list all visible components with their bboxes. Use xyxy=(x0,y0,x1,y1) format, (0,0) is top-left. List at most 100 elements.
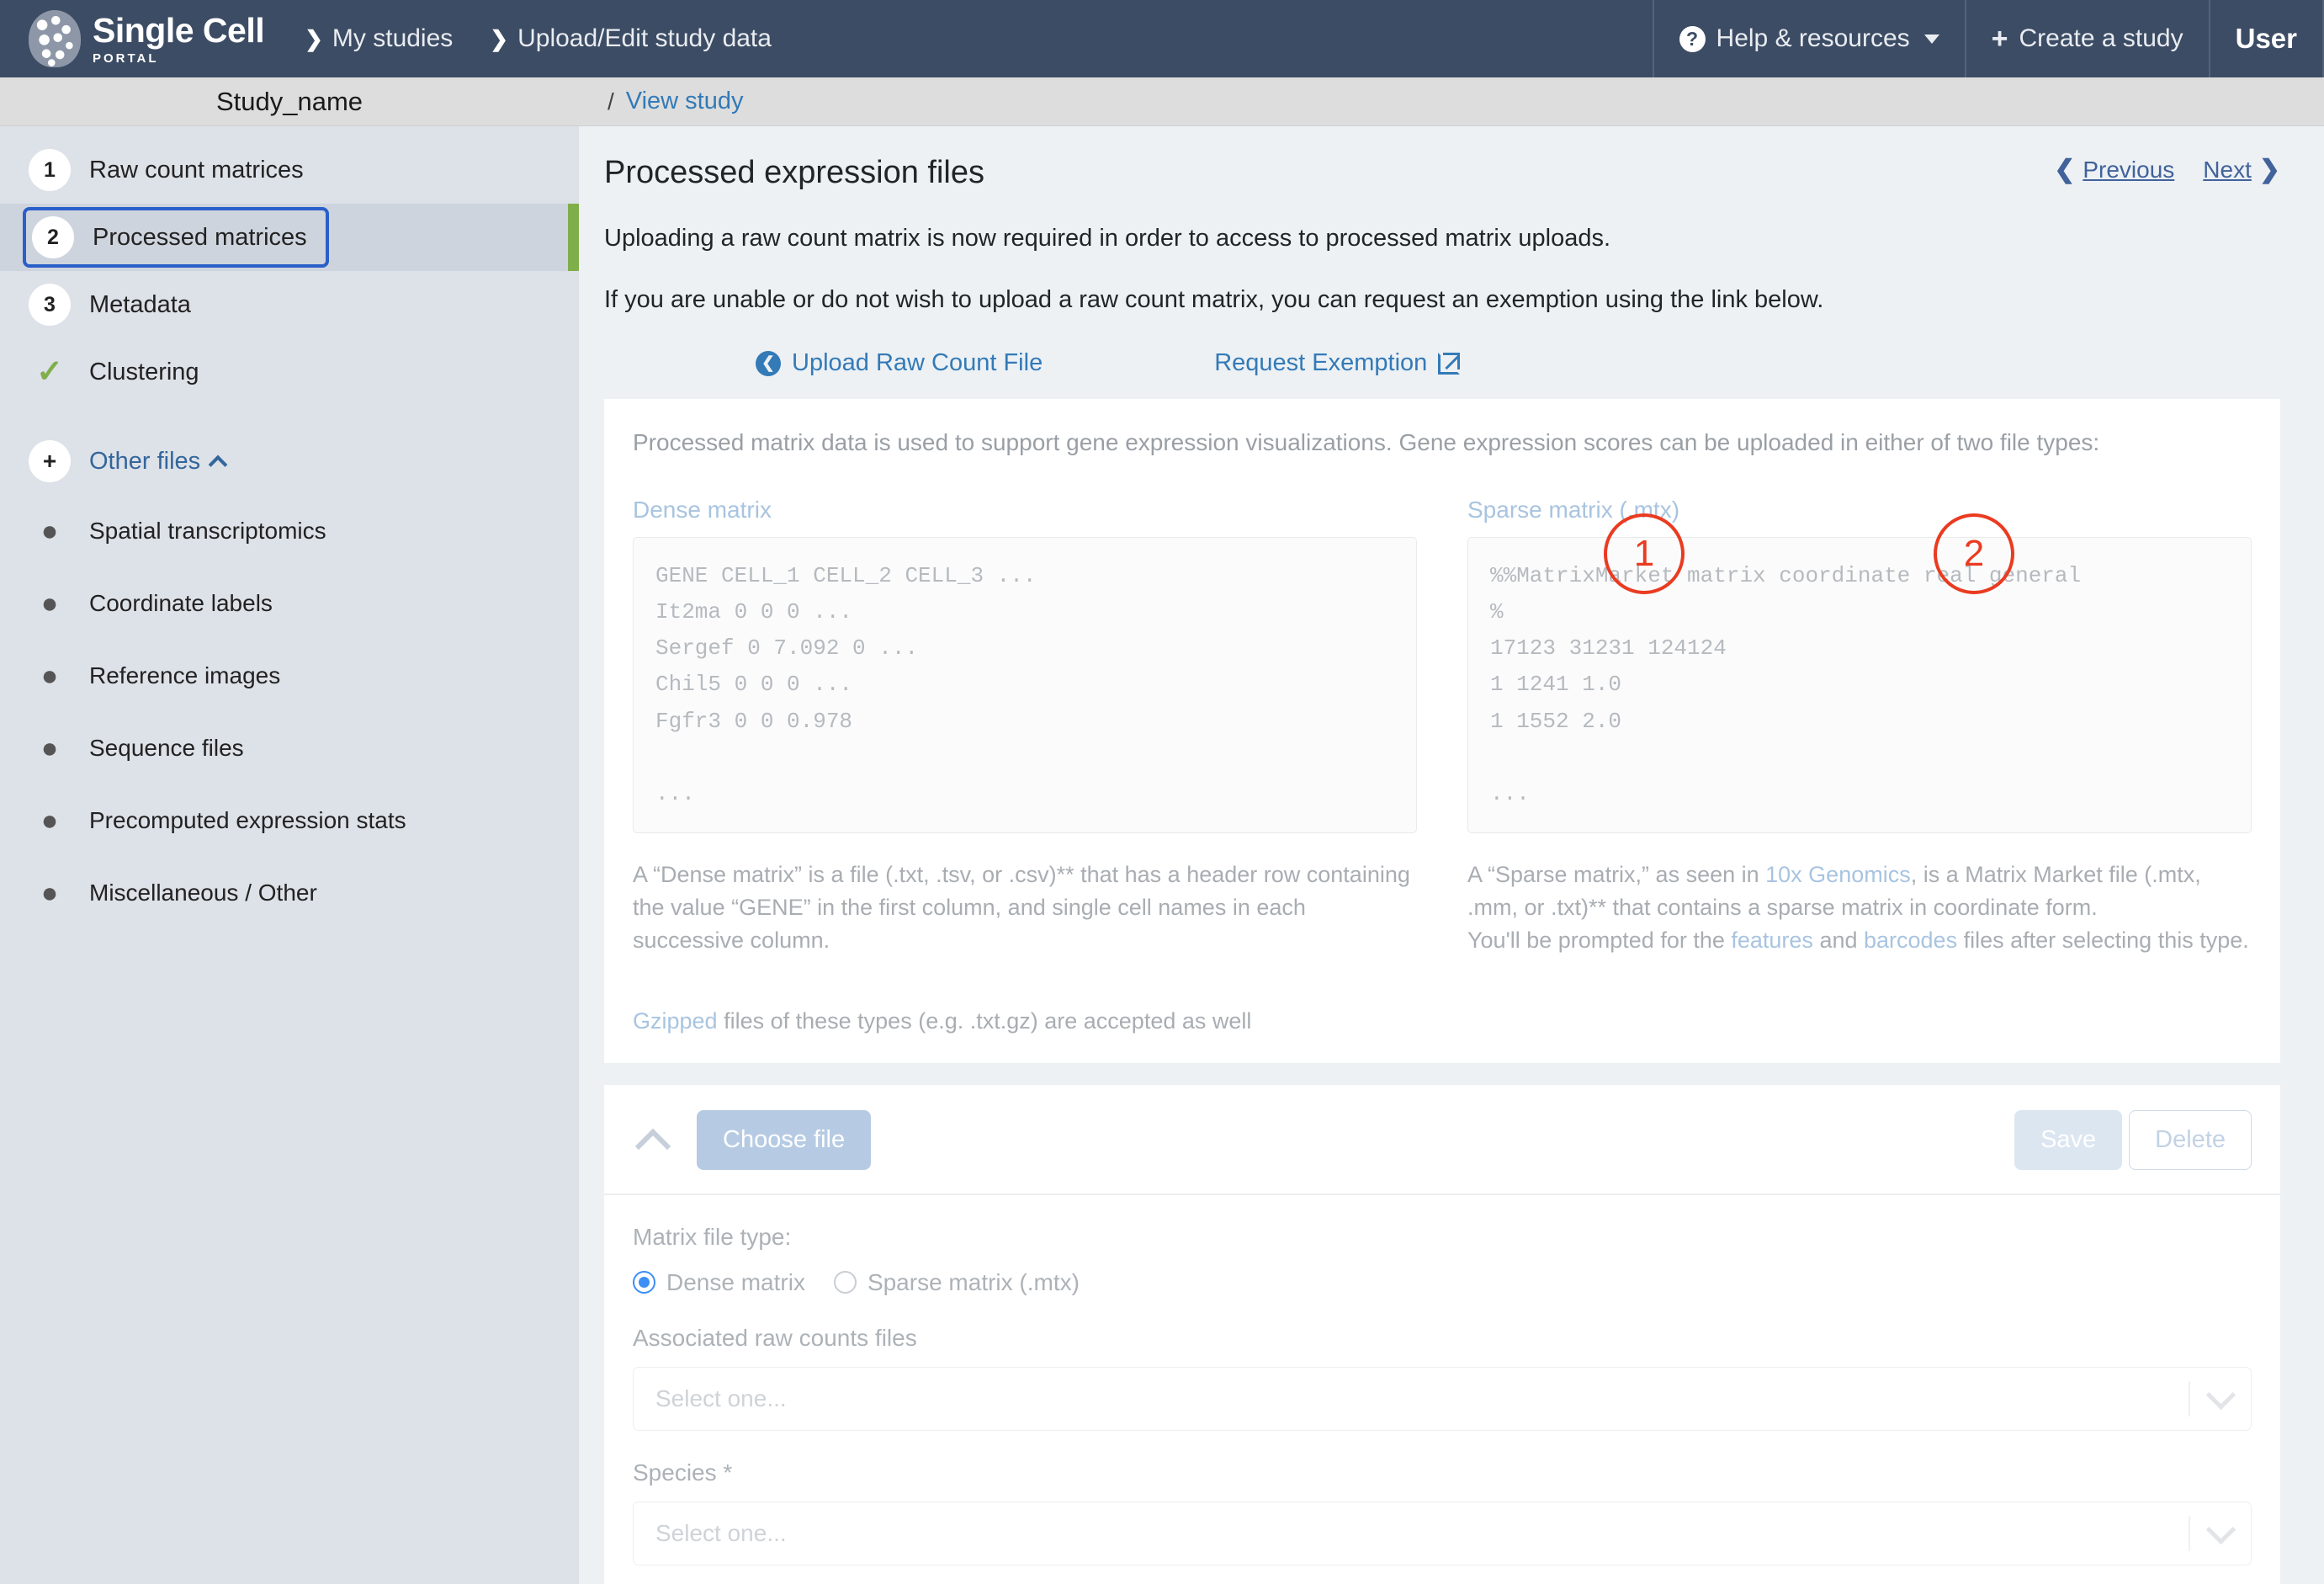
top-navigation-bar: Single Cell PORTAL ❯ My studies ❯ Upload… xyxy=(0,0,2324,77)
request-exemption-link[interactable]: Request Exemption xyxy=(1214,349,1461,377)
page-title-study-name: Study_name xyxy=(0,86,579,117)
sparse-matrix-title: Sparse matrix (.mtx) xyxy=(1467,497,1680,523)
previous-button[interactable]: ❮ Previous xyxy=(2054,155,2174,184)
chevron-down-icon[interactable] xyxy=(2190,1527,2251,1540)
tenx-genomics-link[interactable]: 10x Genomics xyxy=(1765,862,1911,887)
external-link-icon xyxy=(1438,352,1461,375)
barcodes-link[interactable]: barcodes xyxy=(1864,928,1957,953)
processed-matrix-upload-form: Choose file Save Delete Matrix file type… xyxy=(604,1084,2280,1584)
sidebar-item-label: Precomputed expression stats xyxy=(89,807,406,833)
bullet-icon: ● xyxy=(40,877,59,909)
nav-upload-edit-study-data[interactable]: ❯ Upload/Edit study data xyxy=(471,24,790,53)
species-value: Select one... xyxy=(655,1519,787,1546)
processed-matrix-intro-text: Processed matrix data is used to support… xyxy=(633,429,2100,455)
sparse-matrix-description: A “Sparse matrix,” as seen in 10x Genomi… xyxy=(1467,858,2252,957)
other-files-toggle[interactable]: Other files xyxy=(89,448,228,476)
radio-button-icon[interactable] xyxy=(833,1271,857,1294)
wizard-pager: ❮ Previous Next ❯ xyxy=(2054,155,2280,184)
associated-raw-counts-select[interactable]: Select one... xyxy=(633,1366,2252,1431)
next-button[interactable]: Next ❯ xyxy=(2203,155,2280,184)
request-exemption-label: Request Exemption xyxy=(1214,349,1428,376)
radio-button-icon[interactable] xyxy=(633,1271,655,1294)
single-cell-portal-logo-icon xyxy=(29,10,81,67)
sidebar-item-label: Metadata xyxy=(89,290,191,318)
bullet-icon: ● xyxy=(40,805,59,837)
sidebar-item-spatial-transcriptomics[interactable]: ● Spatial transcriptomics xyxy=(0,495,579,567)
main-content: Processed expression files ❮ Previous Ne… xyxy=(579,126,2324,1584)
step-badge-1: 1 xyxy=(29,149,71,191)
sidebar-item-reference-images[interactable]: ● Reference images xyxy=(0,640,579,712)
sidebar-item-label: Miscellaneous / Other xyxy=(89,880,317,906)
sidebar-item-raw-count-matrices[interactable]: 1 Raw count matrices xyxy=(0,136,579,204)
chevron-right-icon: ❯ xyxy=(2258,156,2280,183)
create-a-study-button[interactable]: + Create a study xyxy=(1964,0,2209,77)
bullet-icon: ● xyxy=(40,515,59,547)
brand-logo-link[interactable]: Single Cell PORTAL xyxy=(0,10,286,67)
study-subheader: Study_name / View study xyxy=(0,77,2324,126)
radio-dense-matrix-label: Dense matrix xyxy=(666,1268,805,1295)
sidebar-item-precomputed-expression-stats[interactable]: ● Precomputed expression stats xyxy=(0,784,579,857)
sidebar-item-label: Raw count matrices xyxy=(89,156,304,183)
sparse-matrix-column: Sparse matrix (.mtx) %%MatrixMarket matr… xyxy=(1467,497,2252,1034)
choose-file-button[interactable]: Choose file xyxy=(697,1109,872,1170)
step-badge-2: 2 xyxy=(32,216,74,258)
sparse-desc-part-d: and xyxy=(1812,928,1864,954)
main-header-area: Processed expression files ❮ Previous Ne… xyxy=(579,126,2324,389)
main-header-row: Processed expression files ❮ Previous Ne… xyxy=(604,155,2280,191)
sidebar-selected-pill: 2 Processed matrices xyxy=(23,207,329,268)
brand-text: Single Cell PORTAL xyxy=(93,10,265,66)
top-navigation-right: ? Help & resources + Create a study User xyxy=(1652,0,2324,77)
main-action-links: ❮ Upload Raw Count File Request Exemptio… xyxy=(604,349,2280,389)
sidebar-item-label: Reference images xyxy=(89,662,281,688)
user-menu[interactable]: User xyxy=(2208,0,2324,77)
delete-button[interactable]: Delete xyxy=(2129,1109,2252,1170)
sidebar-item-clustering[interactable]: ✓ Clustering xyxy=(0,338,579,406)
create-study-label: Create a study xyxy=(2019,24,2183,52)
next-label: Next xyxy=(2203,156,2252,183)
sparse-matrix-code-text: %%MatrixMarket matrix coordinate real ge… xyxy=(1490,563,2082,806)
chevron-down-icon[interactable] xyxy=(2190,1392,2251,1406)
dense-matrix-code-sample: GENE CELL_1 CELL_2 CELL_3 ... It2ma 0 0 … xyxy=(633,537,1417,834)
exemption-notice-text: If you are unable or do not wish to uplo… xyxy=(604,286,1824,313)
plus-badge-icon: + xyxy=(29,440,71,482)
sidebar-item-label: Sequence files xyxy=(89,735,244,761)
bullet-icon: ● xyxy=(40,587,59,619)
sidebar-item-other-files[interactable]: + Other files xyxy=(0,428,579,495)
save-button[interactable]: Save xyxy=(2014,1109,2123,1170)
view-study-link[interactable]: View study xyxy=(626,88,744,115)
chevron-up-icon xyxy=(208,454,228,474)
bullet-icon: ● xyxy=(40,660,59,692)
brand-title: Single Cell xyxy=(93,10,265,50)
chevron-right-icon: ❯ xyxy=(305,25,323,51)
sidebar-item-coordinate-labels[interactable]: ● Coordinate labels xyxy=(0,567,579,640)
sparse-desc-part-a: A “Sparse matrix,” as seen in xyxy=(1467,862,1766,888)
arrow-left-circle-icon: ❮ xyxy=(756,350,781,376)
form-divider xyxy=(604,1193,2280,1195)
breadcrumb-separator: / xyxy=(608,88,614,114)
upload-raw-count-file-link[interactable]: ❮ Upload Raw Count File xyxy=(756,349,1043,377)
dense-matrix-code-text: GENE CELL_1 CELL_2 CELL_3 ... It2ma 0 0 … xyxy=(655,563,1037,806)
gzipped-link[interactable]: Gzipped xyxy=(633,1008,718,1034)
select-controls xyxy=(2189,1368,2251,1430)
matrix-file-type-label: Matrix file type: xyxy=(633,1223,792,1250)
sidebar-item-metadata[interactable]: 3 Metadata xyxy=(0,271,579,338)
form-toolbar: Choose file Save Delete xyxy=(633,1109,2252,1170)
brand-subtitle: PORTAL xyxy=(93,50,159,66)
matrix-file-type-radio-group: Dense matrix Sparse matrix (.mtx) xyxy=(633,1269,2252,1296)
help-and-resources-menu[interactable]: ? Help & resources xyxy=(1652,0,1965,77)
sparse-desc-part-c: You'll be prompted for the xyxy=(1467,928,1732,954)
chevron-down-icon xyxy=(1923,34,1939,44)
nav-my-studies[interactable]: ❯ My studies xyxy=(286,24,471,53)
help-resources-label: Help & resources xyxy=(1716,24,1910,52)
associated-raw-counts-value: Select one... xyxy=(655,1385,787,1411)
sidebar-item-processed-matrices[interactable]: 2 Processed matrices xyxy=(0,204,579,271)
sidebar-item-miscellaneous-other[interactable]: ● Miscellaneous / Other xyxy=(0,857,579,929)
chevron-right-icon: ❯ xyxy=(490,25,509,51)
species-select[interactable]: Select one... xyxy=(633,1501,2252,1565)
chevron-up-icon[interactable] xyxy=(633,1120,671,1159)
nav-my-studies-label: My studies xyxy=(332,24,454,52)
features-link[interactable]: features xyxy=(1731,928,1813,953)
radio-sparse-matrix[interactable]: Sparse matrix (.mtx) xyxy=(833,1269,1080,1296)
sidebar-item-sequence-files[interactable]: ● Sequence files xyxy=(0,712,579,784)
radio-dense-matrix[interactable]: Dense matrix xyxy=(633,1269,805,1296)
